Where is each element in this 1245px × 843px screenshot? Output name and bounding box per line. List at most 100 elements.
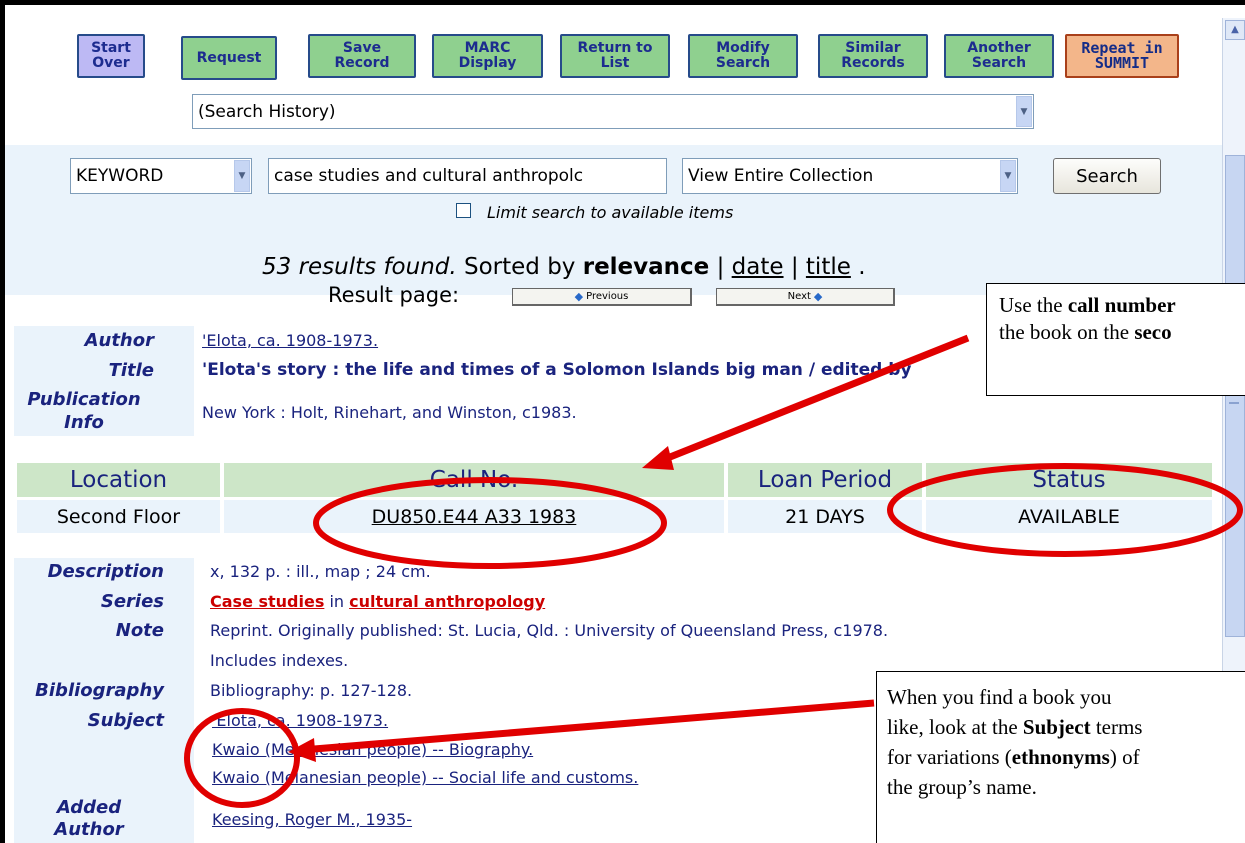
note-label: Note [115, 620, 164, 641]
sort-relevance: relevance [582, 254, 710, 280]
added-author-link[interactable]: Keesing, Roger M., 1935- [212, 810, 412, 829]
callout-text: for variations ( [887, 745, 1012, 769]
repeat-in-summit-button[interactable]: Repeat in SUMMIT [1065, 34, 1179, 78]
limit-available-checkbox[interactable] [456, 203, 471, 218]
callout-line: the group’s name. [887, 775, 1037, 799]
series-value: Case studies in cultural anthropology [210, 592, 545, 611]
modify-search-button[interactable]: Modify Search [688, 34, 798, 78]
separator: | [716, 254, 725, 280]
sort-title-link[interactable]: title [806, 254, 851, 280]
note-value-2: Includes indexes. [210, 651, 349, 670]
arrow-left-icon: ◆ [574, 290, 584, 303]
scope-select[interactable]: View Entire Collection ▼ [682, 158, 1018, 194]
callout-line: When you find a book you [887, 685, 1112, 709]
subject-link[interactable]: 'Elota, ca. 1908-1973. [212, 711, 388, 730]
series-link-cultural-anthropology[interactable]: cultural anthropology [349, 592, 545, 611]
info-label-line: Info [64, 412, 104, 433]
callout-line: for variations (ethnonyms) of [887, 742, 1245, 772]
loan-period-cell: 21 DAYS [728, 500, 922, 533]
callout-line: like, look at the Subject terms [887, 712, 1245, 742]
bibliography-label: Bibliography [35, 680, 164, 701]
callout-call-number: Use the call number the book on the seco [986, 283, 1245, 396]
sort-date-link[interactable]: date [732, 254, 784, 280]
series-in-text: in [324, 592, 350, 611]
result-page-label: Result page: [328, 283, 460, 307]
location-cell: Second Floor [17, 500, 220, 533]
separator: . [858, 254, 866, 280]
author-value: 'Elota, ca. 1908-1973. [202, 331, 378, 350]
subject-value-3: Kwaio (Melanesian people) -- Social life… [212, 768, 638, 787]
added-author-label: Added Author [14, 797, 164, 841]
loan-period-header: Loan Period [728, 463, 922, 497]
frame-border [0, 0, 1245, 5]
scroll-up-arrow-icon[interactable]: ▲ [1225, 20, 1245, 40]
status-cell: AVAILABLE [926, 500, 1212, 533]
callout-text: terms [1090, 715, 1143, 739]
start-over-button[interactable]: Start Over [77, 34, 145, 78]
subject-link[interactable]: Kwaio (Melanesian people) -- Social life… [212, 768, 638, 787]
save-record-button[interactable]: Save Record [308, 34, 416, 78]
author-label-line: Author [54, 819, 124, 840]
location-header: Location [17, 463, 220, 497]
frame-border [0, 0, 5, 843]
added-label-line: Added [56, 797, 122, 818]
call-no-link[interactable]: DU850.E44 A33 1983 [372, 506, 577, 528]
arrow-to-call-number [653, 334, 970, 467]
search-button[interactable]: Search [1053, 158, 1161, 194]
title-value: 'Elota's story : the life and times of a… [202, 360, 912, 380]
arrow-right-icon: ◆ [813, 290, 823, 303]
search-history-value: (Search History) [198, 101, 336, 122]
chevron-down-icon[interactable]: ▼ [234, 160, 250, 192]
search-type-value: KEYWORD [76, 166, 164, 186]
call-no-header: Call No. [224, 463, 724, 497]
callout-text: ) of [1109, 745, 1140, 769]
chevron-down-icon[interactable]: ▼ [1016, 96, 1032, 127]
bibliography-value: Bibliography: p. 127-128. [210, 681, 413, 700]
callout-bold-text: call number [1067, 293, 1176, 317]
callout-text: the book on the [999, 320, 1135, 344]
chevron-down-icon[interactable]: ▼ [1000, 160, 1016, 192]
search-type-select[interactable]: KEYWORD ▼ [70, 158, 252, 194]
callout-text: Use the [999, 293, 1068, 317]
subject-link[interactable]: Kwaio (Melanesian people) -- Biography. [212, 740, 533, 759]
catalog-window: Start Over Request Save Record MARC Disp… [0, 0, 1245, 843]
added-author-value: Keesing, Roger M., 1935- [212, 810, 412, 829]
sorted-by-label: Sorted by [464, 254, 576, 280]
series-label: Series [100, 591, 164, 612]
callout-bold-text: ethnonyms [1011, 745, 1110, 769]
separator: | [790, 254, 799, 280]
series-link-case-studies[interactable]: Case studies [210, 592, 324, 611]
call-no-cell: DU850.E44 A33 1983 [224, 500, 724, 533]
description-label: Description [47, 561, 164, 582]
limit-available-label: Limit search to available items [487, 203, 734, 222]
next-button[interactable]: Next ◆ [716, 288, 895, 306]
callout-text: like, look at the [887, 715, 1023, 739]
return-to-list-button[interactable]: Return to List [560, 34, 670, 78]
publication-label-line: Publication [27, 389, 141, 410]
similar-records-button[interactable]: Similar Records [818, 34, 928, 78]
next-label: Next [787, 291, 811, 302]
author-label: Author [84, 330, 154, 351]
subject-label: Subject [87, 710, 164, 731]
search-input[interactable]: case studies and cultural anthropolc [268, 158, 667, 194]
marc-display-button[interactable]: MARC Display [432, 34, 543, 78]
description-value: x, 132 p. : ill., map ; 24 cm. [210, 562, 431, 581]
subject-value-2: Kwaio (Melanesian people) -- Biography. [212, 740, 533, 759]
search-history-select[interactable]: (Search History) ▼ [192, 94, 1034, 129]
callout-bold-text: Subject [1022, 715, 1091, 739]
author-link[interactable]: 'Elota, ca. 1908-1973. [202, 331, 378, 350]
title-label: Title [108, 360, 154, 381]
search-query-value: case studies and cultural anthropolc [274, 166, 584, 186]
callout-line: Use the call number [999, 292, 1245, 319]
callout-subject-terms: When you find a book you like, look at t… [876, 671, 1245, 843]
publication-info-label: Publication Info [14, 388, 154, 434]
previous-button[interactable]: ◆ Previous [512, 288, 692, 306]
status-header: Status [926, 463, 1212, 497]
callout-bold-text: seco [1134, 320, 1172, 344]
request-button[interactable]: Request [181, 36, 277, 80]
another-search-button[interactable]: Another Search [944, 34, 1054, 78]
note-value-1: Reprint. Originally published: St. Lucia… [210, 621, 889, 640]
subject-value-1: 'Elota, ca. 1908-1973. [212, 711, 388, 730]
callout-line: the book on the seco [999, 319, 1245, 346]
results-count: 53 results found. [262, 254, 457, 280]
